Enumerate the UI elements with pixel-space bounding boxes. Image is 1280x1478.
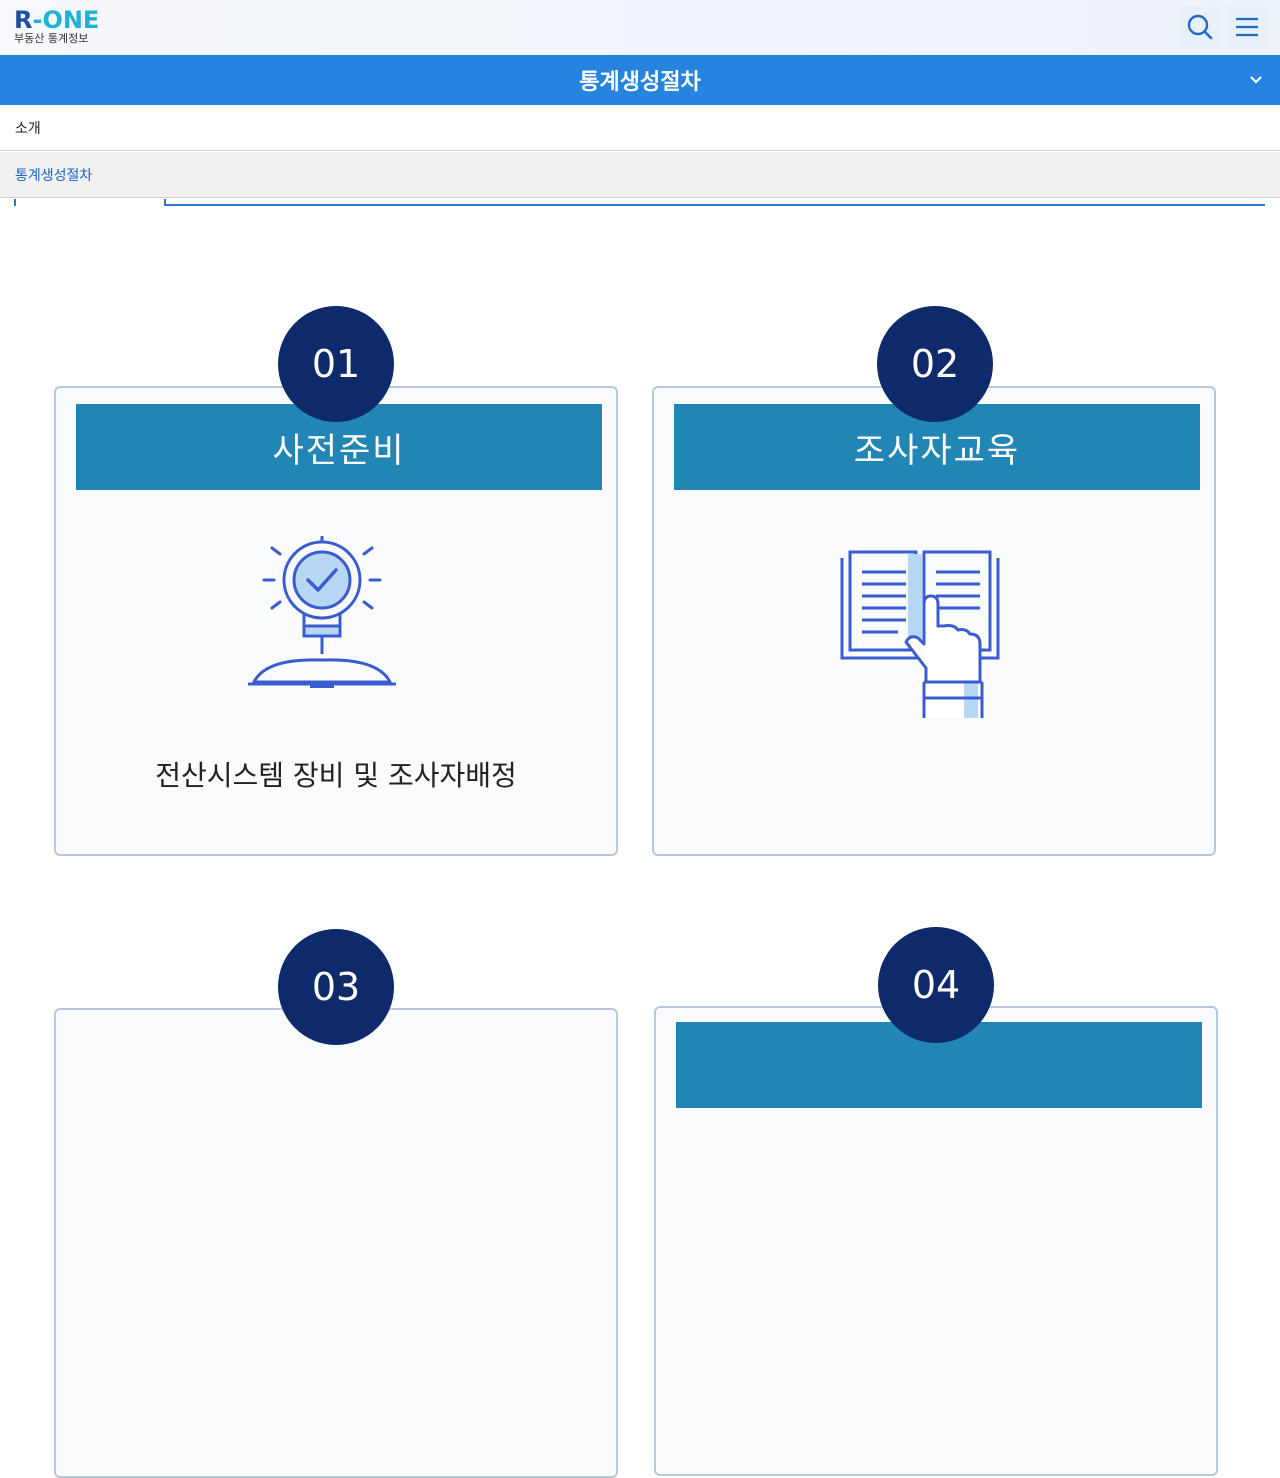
logo-subtitle: 부동산 통계정보 (14, 32, 89, 45)
tab-underline (165, 204, 1265, 206)
menu-button[interactable] (1226, 6, 1268, 48)
step-number: 01 (278, 306, 394, 422)
dropdown-item-label: 통계생성절차 (15, 167, 93, 184)
step-card-3 (54, 1008, 618, 1478)
search-icon (1187, 14, 1213, 40)
step-card-1: 사전준비 전산시스템 장비 및 조사자배정 (54, 386, 618, 856)
section-dropdown-toggle[interactable]: 통계생성절차 (0, 55, 1280, 105)
step-number: 02 (877, 306, 993, 422)
lightbulb-book-icon (244, 534, 404, 700)
step-number: 04 (878, 927, 994, 1043)
step-description: 전산시스템 장비 및 조사자배정 (155, 759, 517, 792)
step-number: 03 (278, 929, 394, 1045)
logo-r: R (14, 6, 33, 34)
step-card-2: 조사자교육 (652, 386, 1216, 856)
chevron-down-icon (1250, 76, 1262, 84)
search-button[interactable] (1179, 6, 1221, 48)
tab-divider (14, 199, 16, 206)
hamburger-icon (1236, 17, 1258, 37)
page-title: 통계생성절차 (579, 70, 701, 95)
top-header: R-ONE 부동산 통계정보 (0, 0, 1280, 55)
open-book-hand-icon (838, 548, 1014, 728)
logo-rest: -ONE (32, 6, 100, 34)
logo[interactable]: R-ONE 부동산 통계정보 (14, 8, 99, 46)
dropdown-item-label: 소개 (15, 120, 41, 137)
step-card-4 (654, 1006, 1218, 1476)
dropdown-item-procedure[interactable]: 통계생성절차 (0, 152, 1280, 198)
dropdown-item-intro[interactable]: 소개 (0, 105, 1280, 151)
